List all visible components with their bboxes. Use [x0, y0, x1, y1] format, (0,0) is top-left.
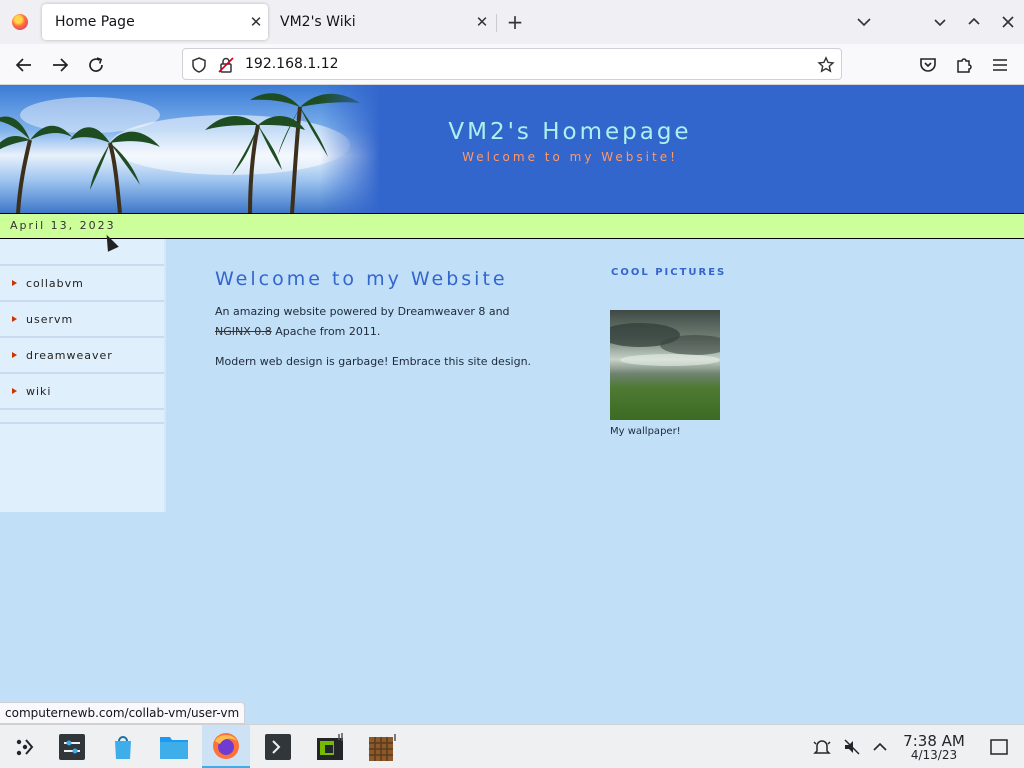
intro-text-start: An amazing website powered by Dreamweave… [215, 305, 510, 318]
sidebar-nav: collabvm uservm dreamweaver wiki [0, 239, 166, 512]
new-tab-button[interactable]: + [502, 9, 528, 35]
design-paragraph: Modern web design is garbage! Embrace th… [215, 355, 532, 368]
app-menu-button[interactable] [987, 52, 1013, 78]
extensions-button[interactable] [951, 52, 977, 78]
arrow-bullet-icon [12, 352, 17, 358]
sidebar-item-label[interactable]: wiki [26, 385, 51, 398]
firefox-view-button[interactable] [0, 0, 40, 44]
maximize-button[interactable] [962, 10, 986, 34]
site-tagline: Welcome to my Website! [462, 150, 678, 164]
sidebar-item-dreamweaver[interactable]: dreamweaver [0, 338, 164, 374]
notifications-icon[interactable] [812, 737, 832, 757]
navigation-toolbar: 192.168.1.12 [0, 44, 1024, 85]
chevron-down-icon [857, 18, 871, 27]
sidebar-item-wiki[interactable]: wiki [0, 374, 164, 410]
url-text[interactable]: 192.168.1.12 [245, 56, 339, 72]
close-icon [1002, 16, 1014, 28]
address-bar[interactable]: 192.168.1.12 [182, 48, 842, 80]
hamburger-menu-icon [993, 59, 1007, 71]
discover-store-icon [115, 736, 131, 759]
tab-label: VM2's Wiki [280, 14, 356, 30]
arrow-bullet-icon [12, 316, 17, 322]
tab-vm2-wiki[interactable]: VM2's Wiki ✕ [268, 4, 494, 40]
intro-text-end: Apache from 2011. [271, 325, 381, 338]
clock-date[interactable]: 4/13/23 [900, 748, 968, 762]
sidebar-item-uservm[interactable]: uservm [0, 302, 164, 338]
arrow-left-icon [15, 58, 31, 72]
taskbar-nvidia-settings[interactable] [306, 725, 354, 768]
firefox-icon [213, 732, 239, 759]
taskbar-minecraft[interactable] [358, 725, 406, 768]
sidebar-item-label[interactable]: collabvm [26, 277, 84, 290]
sidebar-spacer [0, 410, 164, 424]
show-desktop-icon[interactable] [989, 737, 1009, 757]
tab-home-page[interactable]: Home Page ✕ [42, 4, 268, 40]
arrow-bullet-icon [12, 388, 17, 394]
volume-muted-icon[interactable] [842, 737, 862, 757]
wallpaper-image[interactable] [600, 310, 730, 420]
taskbar: 7:38 AM 4/13/23 [0, 724, 1024, 768]
application-launcher[interactable] [0, 725, 48, 768]
sidebar-item-label[interactable]: dreamweaver [26, 349, 113, 362]
tab-label: Home Page [55, 14, 135, 30]
taskbar-terminal[interactable] [254, 725, 302, 768]
reload-icon [89, 57, 103, 72]
chevron-up-icon [968, 17, 980, 25]
close-icon[interactable]: ✕ [470, 13, 494, 31]
puzzle-piece-icon [957, 58, 972, 73]
tab-divider [496, 14, 497, 32]
date-bar: April 13, 2023 [0, 213, 1024, 239]
minecraft-icon [369, 734, 396, 761]
status-url-overlay: computernewb.com/collab-vm/user-vm [0, 702, 246, 724]
terminal-icon [265, 734, 291, 760]
arrow-bullet-icon [12, 280, 17, 286]
bookmark-star-icon[interactable] [817, 56, 835, 74]
shield-icon[interactable] [190, 56, 208, 74]
site-header: VM2's Homepage Welcome to my Website! [0, 85, 1024, 213]
close-icon[interactable]: ✕ [244, 13, 268, 31]
wallpaper-caption: My wallpaper! [610, 426, 681, 437]
system-settings-icon [59, 734, 85, 760]
back-button[interactable] [11, 52, 37, 78]
taskbar-file-manager[interactable] [150, 725, 198, 768]
insecure-lock-icon[interactable] [217, 56, 235, 74]
site-title: VM2's Homepage [448, 119, 692, 145]
file-manager-icon [160, 737, 188, 759]
chevron-down-icon [934, 19, 946, 27]
pocket-button[interactable] [915, 52, 941, 78]
welcome-heading: Welcome to my Website [215, 268, 508, 290]
sidebar-spacer [0, 239, 164, 266]
taskbar-system-settings[interactable] [48, 725, 96, 768]
sidebar-item-collabvm[interactable]: collabvm [0, 266, 164, 302]
arrow-right-icon [53, 58, 69, 72]
intro-paragraph: An amazing website powered by Dreamweave… [215, 302, 525, 342]
struck-text: NGINX 0.8 [215, 325, 272, 338]
image-fade-overlay [320, 85, 380, 213]
firefox-icon [12, 14, 28, 30]
minimize-button[interactable] [928, 10, 952, 34]
pocket-icon [920, 58, 936, 72]
nvidia-settings-icon [317, 733, 343, 760]
forward-button[interactable] [47, 52, 73, 78]
current-date: April 13, 2023 [10, 219, 116, 232]
reload-button[interactable] [83, 52, 109, 78]
tray-expand-icon[interactable] [870, 737, 890, 757]
app-launcher-icon [16, 739, 34, 756]
list-all-tabs-button[interactable] [852, 10, 876, 34]
sidebar-item-label[interactable]: uservm [26, 313, 73, 326]
cool-pictures-heading: COOL PICTURES [611, 267, 727, 278]
tab-strip: Home Page ✕ VM2's Wiki ✕ + [0, 0, 1024, 44]
taskbar-firefox[interactable] [202, 725, 250, 768]
taskbar-discover[interactable] [99, 725, 147, 768]
stormy-field-illustration [600, 323, 730, 366]
palm-trees-image [0, 85, 380, 213]
close-window-button[interactable] [996, 10, 1020, 34]
